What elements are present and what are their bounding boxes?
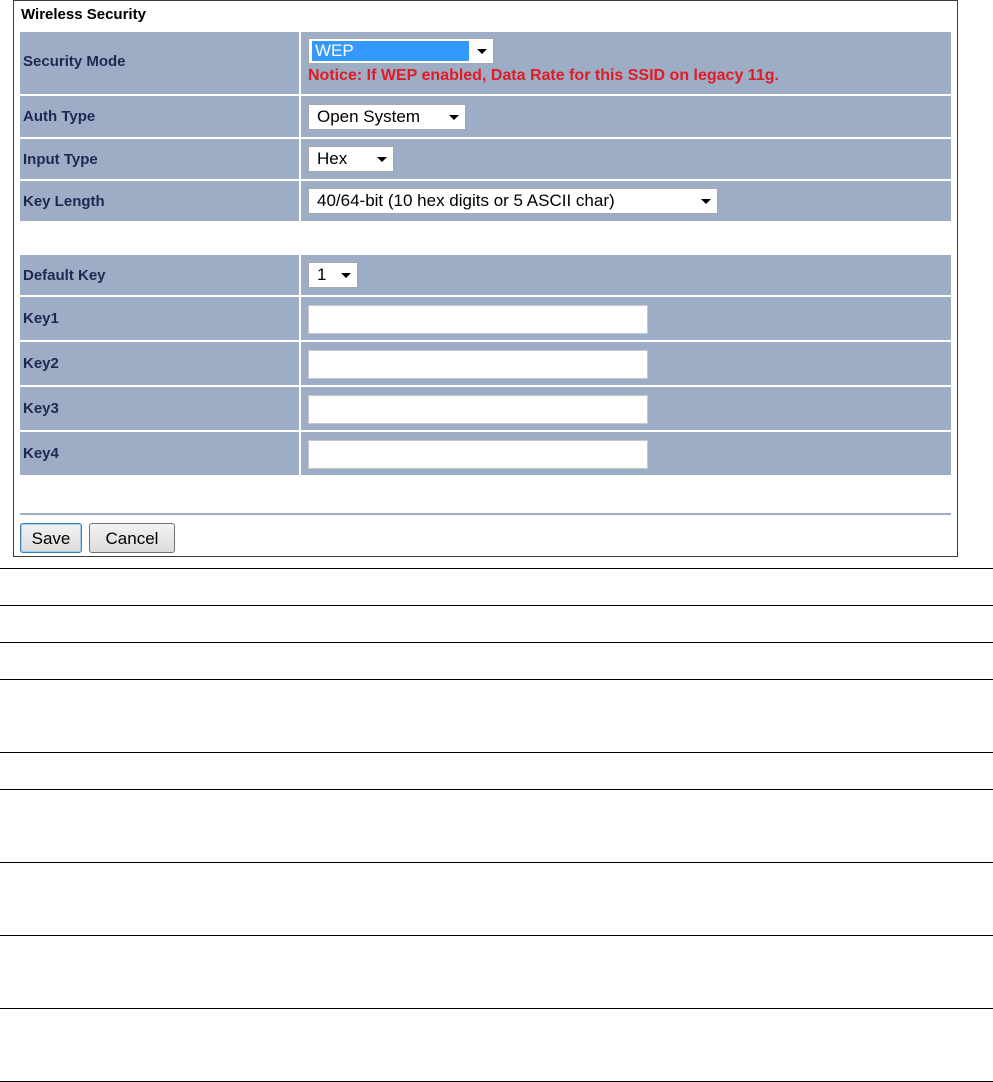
row-default-key: Default Key 1 xyxy=(20,255,951,295)
default-key-select[interactable]: 1 xyxy=(308,262,358,288)
table-rule xyxy=(0,935,993,936)
key3-input[interactable] xyxy=(308,395,648,424)
key3-label: Key3 xyxy=(23,400,59,417)
default-key-value: 1 xyxy=(317,265,327,284)
default-key-cell: 1 xyxy=(301,255,951,295)
key2-input[interactable] xyxy=(308,350,648,379)
input-type-cell: Hex xyxy=(301,139,951,179)
security-mode-selected-value: WEP xyxy=(312,41,469,61)
auth-type-value: Open System xyxy=(317,107,420,126)
row-key2: Key2 xyxy=(20,342,951,385)
security-mode-cell: WEP Notice: If WEP enabled, Data Rate fo… xyxy=(301,32,951,94)
input-type-label: Input Type xyxy=(23,151,98,168)
table-rule xyxy=(0,862,993,863)
wireless-security-panel: Wireless Security Security Mode WEP Noti… xyxy=(13,0,958,557)
chevron-down-icon xyxy=(449,115,459,120)
row-input-type: Input Type Hex xyxy=(20,139,951,179)
key4-input[interactable] xyxy=(308,440,648,469)
security-mode-select[interactable]: WEP xyxy=(308,38,494,64)
table-rule xyxy=(0,568,993,569)
key-length-select[interactable]: 40/64-bit (10 hex digits or 5 ASCII char… xyxy=(308,188,718,214)
key-length-label: Key Length xyxy=(23,193,105,210)
key2-cell xyxy=(301,342,951,385)
row-key4: Key4 xyxy=(20,432,951,475)
row-security-mode: Security Mode WEP Notice: If WEP enabled… xyxy=(20,32,951,94)
table-rule xyxy=(0,642,993,643)
form-separator xyxy=(20,513,951,515)
save-button[interactable]: Save xyxy=(20,523,82,553)
chevron-down-icon xyxy=(477,49,487,54)
row-auth-type: Auth Type Open System xyxy=(20,96,951,137)
input-type-value: Hex xyxy=(317,149,348,168)
row-key3: Key3 xyxy=(20,387,951,430)
wep-notice: Notice: If WEP enabled, Data Rate for th… xyxy=(308,67,779,84)
security-mode-label: Security Mode xyxy=(23,53,126,70)
key-length-value: 40/64-bit (10 hex digits or 5 ASCII char… xyxy=(317,191,615,210)
key3-cell xyxy=(301,387,951,430)
key1-input[interactable] xyxy=(308,305,648,334)
table-rule xyxy=(0,752,993,753)
row-key1: Key1 xyxy=(20,297,951,340)
auth-type-label: Auth Type xyxy=(23,108,96,125)
chevron-down-icon xyxy=(341,273,351,278)
cancel-button[interactable]: Cancel xyxy=(89,523,175,553)
panel-title: Wireless Security xyxy=(21,6,146,23)
table-rule xyxy=(0,605,993,606)
key4-label: Key4 xyxy=(23,445,59,462)
auth-type-cell: Open System xyxy=(301,96,951,137)
key2-label: Key2 xyxy=(23,355,59,372)
key-length-cell: 40/64-bit (10 hex digits or 5 ASCII char… xyxy=(301,181,951,221)
chevron-down-icon xyxy=(701,199,711,204)
chevron-down-icon xyxy=(377,157,387,162)
key4-cell xyxy=(301,432,951,475)
key1-cell xyxy=(301,297,951,340)
row-key-length: Key Length 40/64-bit (10 hex digits or 5… xyxy=(20,181,951,221)
table-rule xyxy=(0,789,993,790)
table-rule xyxy=(0,1008,993,1009)
key1-label: Key1 xyxy=(23,310,59,327)
auth-type-select[interactable]: Open System xyxy=(308,104,466,130)
default-key-label: Default Key xyxy=(23,267,106,284)
table-rule xyxy=(0,679,993,680)
input-type-select[interactable]: Hex xyxy=(308,146,394,172)
